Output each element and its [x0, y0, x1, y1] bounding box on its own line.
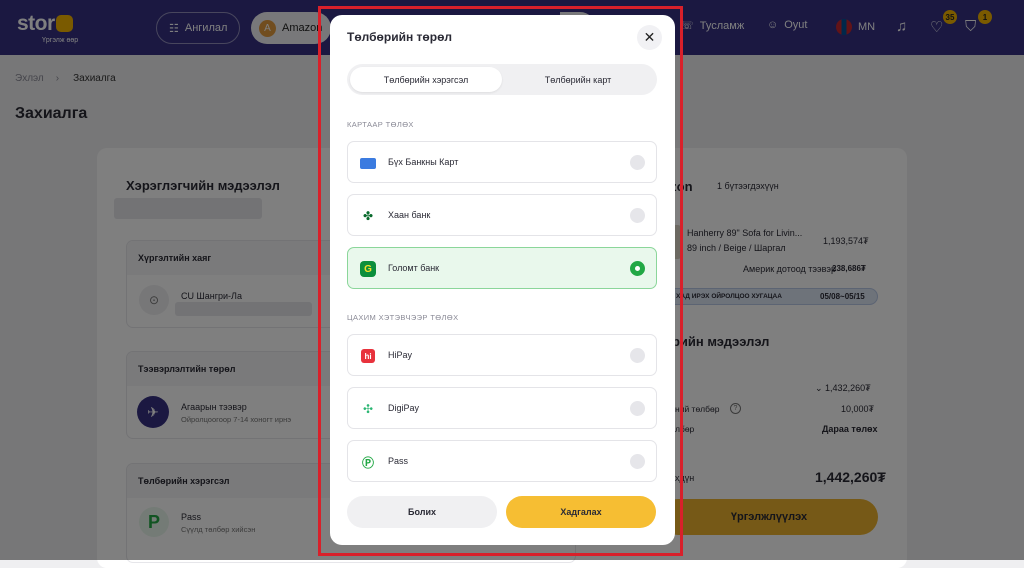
highlight-box: [318, 6, 683, 556]
